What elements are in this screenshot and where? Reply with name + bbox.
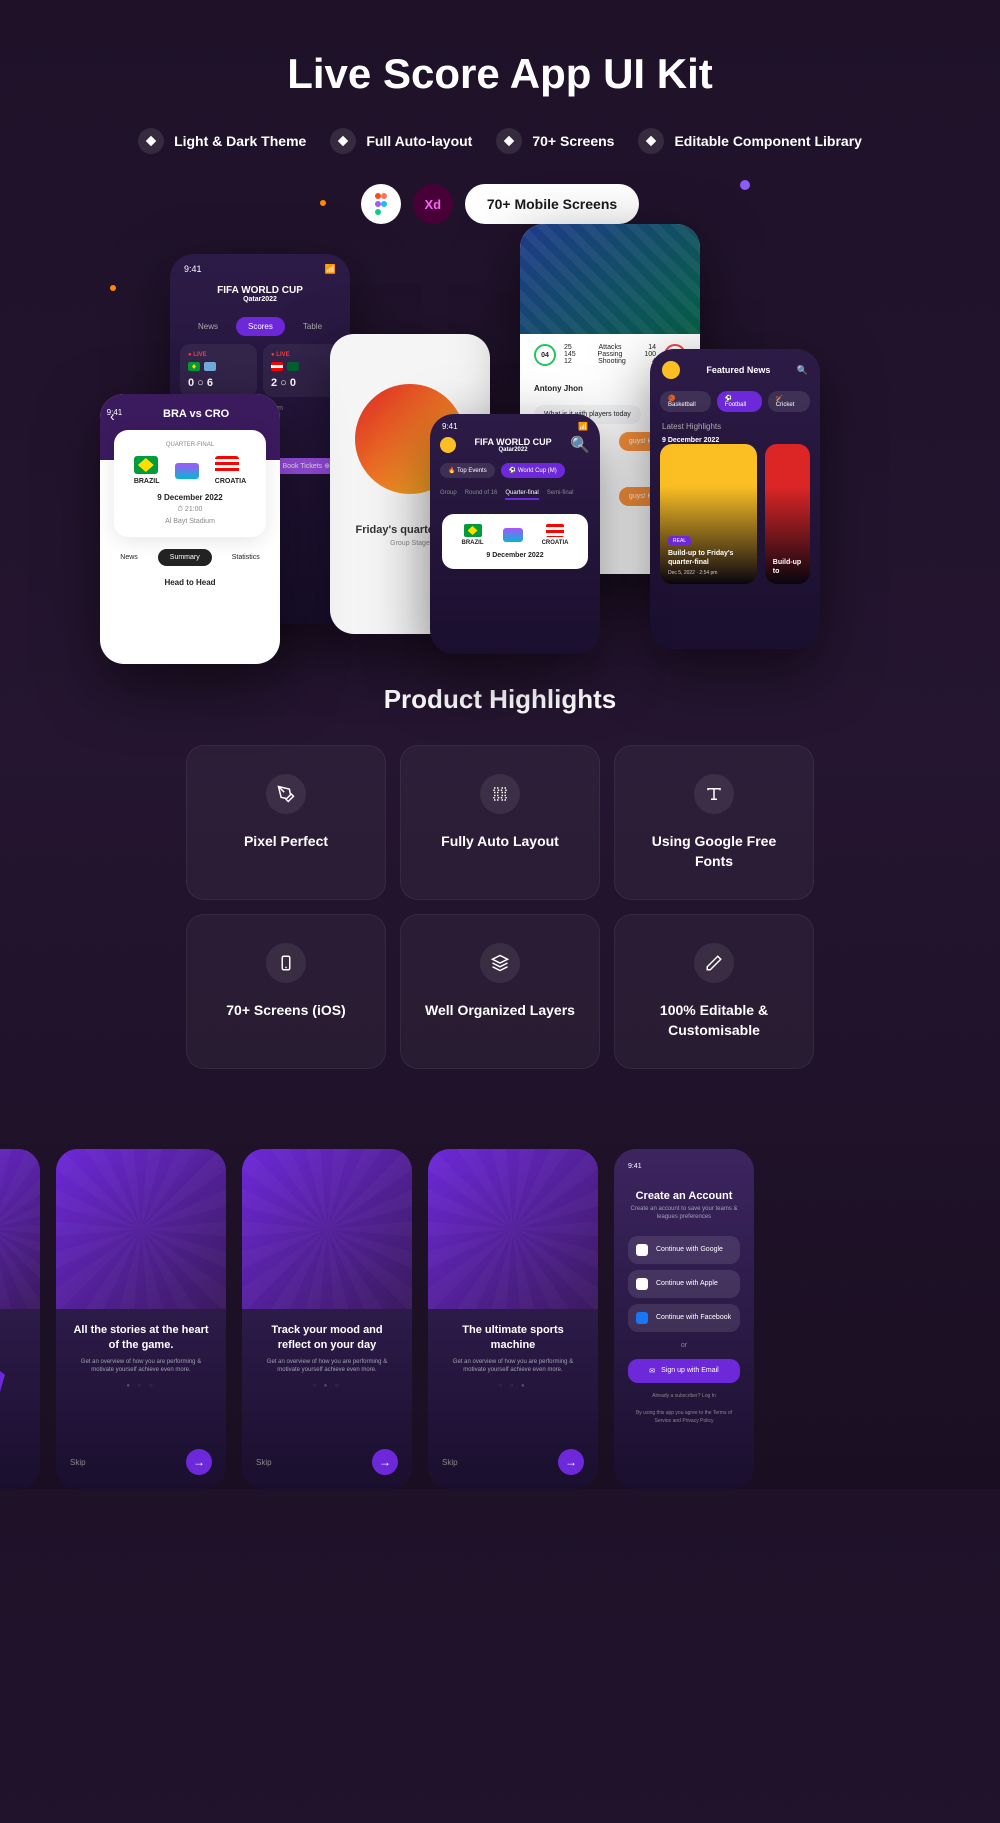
- xd-badge: Xd: [413, 184, 453, 224]
- search-icon[interactable]: 🔍: [570, 435, 590, 455]
- phone-news: Featured News 🔍 🏀 Basketball ⚽ Football …: [650, 349, 820, 649]
- skip-button[interactable]: Skip: [256, 1458, 272, 1467]
- mockups-showcase: 9:41📶 FIFA WORLD CUP Qatar2022 News Scor…: [50, 264, 950, 624]
- tab-news[interactable]: News: [108, 549, 150, 566]
- edit-icon: [694, 943, 734, 983]
- skip-button[interactable]: Skip: [70, 1458, 86, 1467]
- chip-basketball[interactable]: 🏀 Basketball: [660, 391, 711, 412]
- tool-badges: Xd 70+ Mobile Screens: [0, 184, 1000, 224]
- layers-icon: [480, 943, 520, 983]
- tab-scores[interactable]: Scores: [236, 317, 285, 336]
- phone-icon: [266, 943, 306, 983]
- onboarding-screen-1: All the stories at the heart of the game…: [56, 1149, 226, 1489]
- screen-partial: [0, 1149, 40, 1489]
- match-photo: [520, 224, 700, 334]
- onboarding-screen-2: Track your mood and reflect on your day …: [242, 1149, 412, 1489]
- search-icon[interactable]: 🔍: [797, 365, 808, 376]
- diamond-icon: [496, 128, 522, 154]
- continue-google-button[interactable]: Continue with Google: [628, 1236, 740, 1264]
- live-card[interactable]: ● LIVE 0 ○ 6: [180, 344, 257, 397]
- feature-screens: 70+ Screens: [496, 128, 614, 154]
- facebook-icon: [636, 1312, 648, 1324]
- diamond-icon: [330, 128, 356, 154]
- chip-top-events[interactable]: 🔥 Top Events: [440, 463, 495, 478]
- highlights-grid: Pixel Perfect Fully Auto Layout Using Go…: [0, 745, 1000, 1069]
- features-row: Light & Dark Theme Full Auto-layout 70+ …: [0, 128, 1000, 154]
- screens-count-pill: 70+ Mobile Screens: [465, 184, 639, 224]
- page-dots: ○ ● ○: [256, 1383, 398, 1389]
- chip-football[interactable]: ⚽ Football: [717, 391, 762, 412]
- signal-icon: 📶: [325, 264, 336, 275]
- google-icon: [636, 1244, 648, 1256]
- highlight-auto-layout: Fully Auto Layout: [400, 745, 600, 900]
- highlight-layers: Well Organized Layers: [400, 914, 600, 1069]
- decor-dot: [740, 180, 750, 190]
- feature-theme: Light & Dark Theme: [138, 128, 306, 154]
- tab-table[interactable]: Table: [291, 317, 334, 336]
- diamond-icon: [138, 128, 164, 154]
- skip-button[interactable]: Skip: [442, 1458, 458, 1467]
- decor-dot: [320, 200, 326, 206]
- onboarding-hero-image: [242, 1149, 412, 1309]
- signup-email-button[interactable]: ✉Sign up with Email: [628, 1359, 740, 1383]
- onboarding-hero-image: [56, 1149, 226, 1309]
- next-button[interactable]: →: [372, 1449, 398, 1475]
- tab-stats[interactable]: Statistics: [220, 549, 272, 566]
- figma-badge: [361, 184, 401, 224]
- onboarding-screen-3: The ultimate sports machine Get an overv…: [428, 1149, 598, 1489]
- layout-icon: [480, 774, 520, 814]
- hero-title: Live Score App UI Kit: [0, 0, 1000, 128]
- page-dots: ○ ○ ●: [442, 1383, 584, 1389]
- diamond-icon: [638, 128, 664, 154]
- news-card[interactable]: Build-up to: [765, 444, 810, 584]
- font-icon: [694, 774, 734, 814]
- news-card[interactable]: REAL Build-up to Friday's quarter-final …: [660, 444, 757, 584]
- tab-news[interactable]: News: [186, 317, 230, 336]
- onboarding-hero-image: [428, 1149, 598, 1309]
- live-card[interactable]: ● LIVE 2 ○ 0: [263, 344, 340, 397]
- feature-autolayout: Full Auto-layout: [330, 128, 472, 154]
- apple-icon: [636, 1278, 648, 1290]
- phone-worldcup: 9:41📶 FIFA WORLD CUP Qatar2022 🔍 🔥 Top E…: [430, 414, 600, 654]
- match-card[interactable]: BRAZIL CROATIA 9 December 2022: [442, 514, 588, 569]
- next-button[interactable]: →: [558, 1449, 584, 1475]
- avatar[interactable]: [440, 437, 456, 453]
- continue-facebook-button[interactable]: Continue with Facebook: [628, 1304, 740, 1332]
- chip-cricket[interactable]: 🏏 Cricket: [768, 391, 810, 412]
- logo-icon: [0, 1363, 5, 1393]
- mail-icon: ✉: [649, 1367, 655, 1375]
- highlight-pixel-perfect: Pixel Perfect: [186, 745, 386, 900]
- next-button[interactable]: →: [186, 1449, 212, 1475]
- signup-screen: 9:41 Create an Account Create an account…: [614, 1149, 754, 1489]
- phone-match-detail: ‹ 9:41 BRA vs CRO QUARTER-FINAL BRAZIL C…: [100, 394, 280, 664]
- page-title: Live Score App UI Kit: [0, 50, 1000, 98]
- onboarding-screens-row: All the stories at the heart of the game…: [0, 1069, 1000, 1489]
- avatar[interactable]: [662, 361, 680, 379]
- pen-icon: [266, 774, 306, 814]
- continue-apple-button[interactable]: Continue with Apple: [628, 1270, 740, 1298]
- tab-summary[interactable]: Summary: [158, 549, 212, 566]
- chip-world-cup[interactable]: ⚽ World Cup (M): [501, 463, 565, 478]
- highlight-fonts: Using Google Free Fonts: [614, 745, 814, 900]
- highlight-editable: 100% Editable & Customisable: [614, 914, 814, 1069]
- highlight-screens: 70+ Screens (iOS): [186, 914, 386, 1069]
- page-dots: ● ○ ○: [70, 1383, 212, 1389]
- highlights-title: Product Highlights: [0, 684, 1000, 715]
- feature-components: Editable Component Library: [638, 128, 861, 154]
